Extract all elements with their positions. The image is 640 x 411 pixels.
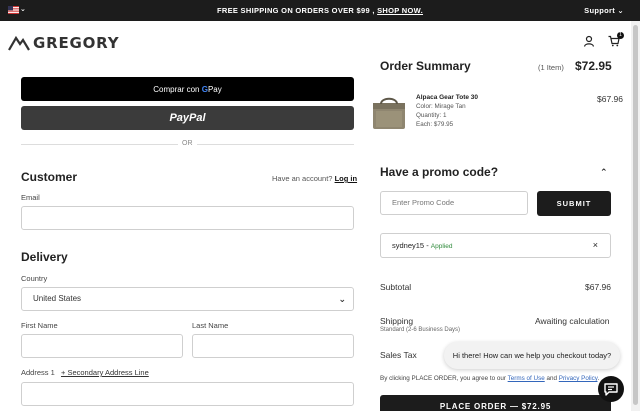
item-count: (1 Item) <box>538 63 564 72</box>
promo-heading[interactable]: Have a promo code? <box>380 165 498 179</box>
last-name-label: Last Name <box>192 321 229 330</box>
place-order-button[interactable]: PLACE ORDER — $72.95 <box>380 395 611 411</box>
product-name[interactable]: Alpaca Gear Tote 30 <box>416 94 478 101</box>
terms-link[interactable]: Terms of Use <box>508 375 545 382</box>
product-thumbnail <box>373 97 405 129</box>
paypal-label: PayPal <box>169 112 206 124</box>
promo-submit-button[interactable]: SUBMIT <box>537 191 611 216</box>
chevron-down-icon: ⌄ <box>338 294 346 304</box>
applied-promo: sydney15 - Applied × <box>380 233 611 258</box>
gpay-brand: Pay <box>207 84 222 94</box>
address1-label: Address 1 <box>21 368 55 377</box>
gpay-label: Comprar con <box>153 84 200 94</box>
product-quantity: Quantity: 1 <box>416 112 447 119</box>
shipping-method: Standard (2-6 Business Days) <box>380 327 461 333</box>
applied-status: Applied <box>430 243 453 250</box>
support-menu[interactable]: Support ⌄ <box>584 6 624 15</box>
sales-tax-label: Sales Tax <box>380 350 417 360</box>
email-label: Email <box>21 193 40 202</box>
shipping-promo: FREE SHIPPING ON ORDERS OVER $99 , SHOP … <box>0 6 640 15</box>
shipping-value: Awaiting calculation <box>535 316 610 326</box>
cart-count-badge: 1 <box>617 32 624 39</box>
product-line-price: $67.96 <box>597 94 623 104</box>
account-icon[interactable] <box>583 35 595 47</box>
announcement-bar: ⌄ FREE SHIPPING ON ORDERS OVER $99 , SHO… <box>0 0 640 21</box>
promo-code-input[interactable]: Enter Promo Code <box>380 191 528 215</box>
last-name-field[interactable] <box>192 334 354 358</box>
chat-launcher-button[interactable] <box>598 376 624 402</box>
support-label: Support <box>584 6 616 15</box>
subtotal-label: Subtotal <box>380 282 412 292</box>
country-select[interactable]: United States ⌄ <box>21 287 354 311</box>
subtotal-value: $67.96 <box>585 282 611 292</box>
google-pay-button[interactable]: Comprar con G Pay <box>21 77 354 101</box>
terms-and: and <box>546 375 557 382</box>
chat-greeting[interactable]: Hi there! How can we help you checkout t… <box>444 342 620 369</box>
shipping-label: Shipping <box>380 316 414 326</box>
order-summary-heading: Order Summary <box>380 59 471 73</box>
terms-notice: By clicking PLACE ORDER, you agree to ou… <box>380 375 600 382</box>
mountain-logo-icon <box>8 35 30 51</box>
gregory-logo[interactable]: GREGORY <box>8 33 119 53</box>
secondary-address-link[interactable]: + Secondary Address Line <box>61 368 149 377</box>
account-prompt: Have an account? Log in <box>272 174 357 183</box>
or-label: OR <box>178 140 197 147</box>
login-link[interactable]: Log in <box>335 174 358 183</box>
first-name-label: First Name <box>21 321 58 330</box>
account-prompt-text: Have an account? <box>272 174 333 183</box>
product-color: Color: Mirage Tan <box>416 103 466 110</box>
chat-icon <box>604 383 618 396</box>
terms-prefix: By clicking PLACE ORDER, you agree to ou… <box>380 375 506 382</box>
page-scrollbar[interactable] <box>631 21 640 411</box>
chevron-up-icon[interactable]: ⌃ <box>600 167 608 178</box>
scrollbar-thumb[interactable] <box>633 25 638 405</box>
delivery-heading: Delivery <box>21 250 68 264</box>
country-value: United States <box>33 294 82 303</box>
order-total: $72.95 <box>575 59 612 73</box>
first-name-field[interactable] <box>21 334 183 358</box>
email-field[interactable] <box>21 206 354 230</box>
paypal-button[interactable]: PayPal <box>21 106 354 130</box>
close-icon[interactable]: × <box>593 234 598 257</box>
applied-code: sydney15 - <box>392 241 429 250</box>
logo-text: GREGORY <box>33 34 120 52</box>
country-label: Country <box>21 274 48 283</box>
site-header: GREGORY 1 <box>0 21 640 67</box>
customer-heading: Customer <box>21 170 78 184</box>
address1-field[interactable] <box>21 382 354 406</box>
product-each-price: Each: $79.95 <box>416 121 454 128</box>
shop-now-link[interactable]: SHOP NOW. <box>377 6 423 15</box>
promo-text: FREE SHIPPING ON ORDERS OVER $99 , <box>216 6 375 15</box>
privacy-link[interactable]: Privacy Policy <box>559 375 598 382</box>
